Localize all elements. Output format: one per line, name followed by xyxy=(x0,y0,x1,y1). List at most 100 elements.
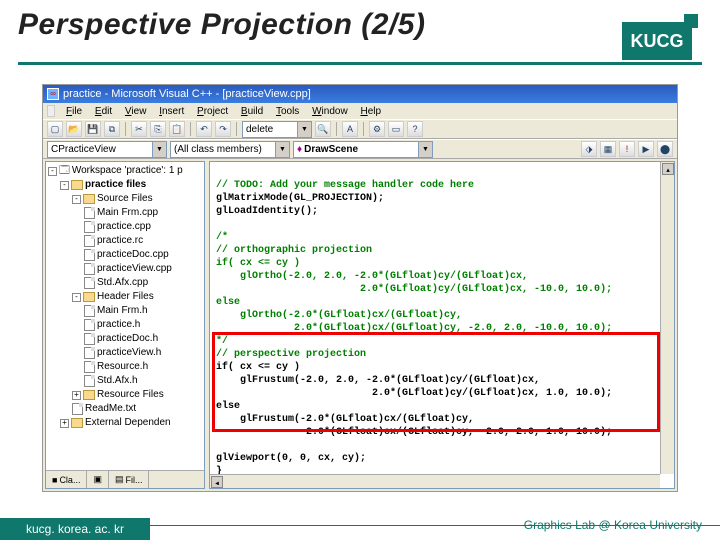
tree-file[interactable]: practiceView.cpp xyxy=(48,262,202,276)
code-line: else xyxy=(216,297,240,308)
tree-file[interactable]: practice.rc xyxy=(48,234,202,248)
tool-build2-icon[interactable]: ▦ xyxy=(600,141,616,157)
tool-saveall-icon[interactable]: ⧉ xyxy=(104,121,120,137)
tree-file[interactable]: Main Frm.h xyxy=(48,304,202,318)
tool-find-icon[interactable]: 🔍 xyxy=(315,121,331,137)
tool-new-icon[interactable]: ▢ xyxy=(47,121,63,137)
tree-file[interactable]: practiceDoc.cpp xyxy=(48,248,202,262)
tree-file[interactable]: practice.cpp xyxy=(48,220,202,234)
expand-icon[interactable]: + xyxy=(72,391,81,400)
expand-icon[interactable]: - xyxy=(60,181,69,190)
tree-file[interactable]: Std.Afx.h xyxy=(48,374,202,388)
menu-help[interactable]: Help xyxy=(360,106,381,117)
tab-fileview[interactable]: ▤Fil... xyxy=(109,471,150,488)
window-titlebar[interactable]: ∞ practice - Microsoft Visual C++ - [pra… xyxy=(43,85,677,103)
tree-body[interactable]: -🗔Workspace 'practice': 1 p -practice fi… xyxy=(46,162,204,470)
menubar[interactable]: File Edit View Insert Project Build Tool… xyxy=(43,103,677,119)
scrollbar-horizontal[interactable]: ◀ xyxy=(210,474,660,488)
code-editor[interactable]: // TODO: Add your message handler code h… xyxy=(209,161,675,489)
tool-compile-icon[interactable]: ⬗ xyxy=(581,141,597,157)
menu-view[interactable]: View xyxy=(125,106,147,117)
menu-file[interactable]: File xyxy=(66,106,82,117)
tool-undo-icon[interactable]: ↶ xyxy=(196,121,212,137)
tool-stop-icon[interactable]: ! xyxy=(619,141,635,157)
chevron-down-icon[interactable]: ▼ xyxy=(418,142,432,157)
tool-save-icon[interactable]: 💾 xyxy=(85,121,101,137)
expand-icon[interactable]: - xyxy=(48,167,57,176)
scroll-left-icon[interactable]: ◀ xyxy=(211,476,223,488)
chevron-down-icon[interactable]: ▼ xyxy=(275,142,289,157)
menu-insert[interactable]: Insert xyxy=(159,106,184,117)
tool-build-icon[interactable]: ⚙ xyxy=(369,121,385,137)
expand-icon[interactable]: - xyxy=(72,293,81,302)
folder-icon xyxy=(71,418,83,428)
tree-file[interactable]: ReadMe.txt xyxy=(48,402,202,416)
toolbar-sep xyxy=(190,122,191,136)
tool-copy-icon[interactable]: ⎘ xyxy=(150,121,166,137)
find-value: delete xyxy=(246,124,273,135)
tree-file[interactable]: practice.h xyxy=(48,318,202,332)
mdi-icon xyxy=(47,105,55,117)
tree-folder[interactable]: +External Dependen xyxy=(48,416,202,430)
menu-tools[interactable]: Tools xyxy=(276,106,299,117)
folder-icon xyxy=(83,292,95,302)
code-line: if( cx <= cy ) xyxy=(216,258,300,269)
member-combo[interactable]: ♦ DrawScene ▼ xyxy=(293,141,433,158)
tool-cut-icon[interactable]: ✂ xyxy=(131,121,147,137)
tree-folder[interactable]: +Resource Files xyxy=(48,388,202,402)
tool-win-icon[interactable]: ▭ xyxy=(388,121,404,137)
tool-open-icon[interactable]: 📂 xyxy=(66,121,82,137)
tree-folder[interactable]: -Source Files xyxy=(48,192,202,206)
footer-url: kucg. korea. ac. kr xyxy=(0,518,150,540)
code-line: glMatrixMode(GL_PROJECTION); xyxy=(216,193,384,204)
folder-icon xyxy=(83,390,95,400)
app-icon: ∞ xyxy=(47,88,59,100)
file-icon xyxy=(84,333,95,345)
expand-icon[interactable]: + xyxy=(60,419,69,428)
tree-project[interactable]: -practice files xyxy=(48,178,202,192)
tab-resourceview[interactable]: ▣ xyxy=(87,471,109,488)
tab-classview[interactable]: ■Cla... xyxy=(46,471,87,488)
tree-file[interactable]: Main Frm.cpp xyxy=(48,206,202,220)
chevron-down-icon[interactable]: ▼ xyxy=(152,142,166,157)
kucg-badge: KUCG xyxy=(622,22,692,60)
member-value: DrawScene xyxy=(304,144,358,155)
chevron-down-icon[interactable]: ▼ xyxy=(297,122,311,137)
class-combo[interactable]: CPracticeView ▼ xyxy=(47,141,167,158)
tree-file[interactable]: practiceDoc.h xyxy=(48,332,202,346)
slide-title: Perspective Projection (2/5) xyxy=(18,8,720,42)
file-icon xyxy=(84,375,95,387)
tree-folder[interactable]: -Header Files xyxy=(48,290,202,304)
tool-paste-icon[interactable]: 📋 xyxy=(169,121,185,137)
tool-go-icon[interactable]: ▶ xyxy=(638,141,654,157)
workspace-pane[interactable]: -🗔Workspace 'practice': 1 p -practice fi… xyxy=(45,161,205,489)
tree-file[interactable]: practiceView.h xyxy=(48,346,202,360)
file-icon xyxy=(84,221,95,233)
tool-break-icon[interactable]: ⬤ xyxy=(657,141,673,157)
scroll-up-icon[interactable]: ▲ xyxy=(662,163,674,175)
file-icon xyxy=(84,347,95,359)
toolbar-wizbar[interactable]: CPracticeView ▼ (All class members) ▼ ♦ … xyxy=(43,139,677,159)
toolbar-main[interactable]: ▢ 📂 💾 ⧉ ✂ ⎘ 📋 ↶ ↷ delete ▼ 🔍 A ⚙ ▭ ? xyxy=(43,119,677,139)
find-combo[interactable]: delete ▼ xyxy=(242,121,312,138)
menu-items[interactable]: File Edit View Insert Project Build Tool… xyxy=(61,106,386,117)
workspace-tabs[interactable]: ■Cla... ▣ ▤Fil... xyxy=(46,470,204,488)
tree-file[interactable]: Std.Afx.cpp xyxy=(48,276,202,290)
window-title-text: practice - Microsoft Visual C++ - [pract… xyxy=(63,88,311,100)
tool-help-icon[interactable]: ? xyxy=(407,121,423,137)
tool-redo-icon[interactable]: ↷ xyxy=(215,121,231,137)
file-icon xyxy=(84,361,95,373)
filter-combo[interactable]: (All class members) ▼ xyxy=(170,141,290,158)
func-icon: ♦ xyxy=(297,144,302,155)
file-icon xyxy=(84,319,95,331)
scrollbar-vertical[interactable]: ▲ xyxy=(660,162,674,474)
menu-window[interactable]: Window xyxy=(312,106,348,117)
tool-a-icon[interactable]: A xyxy=(342,121,358,137)
folder-icon xyxy=(83,194,95,204)
tree-root[interactable]: -🗔Workspace 'practice': 1 p xyxy=(48,164,202,178)
expand-icon[interactable]: - xyxy=(72,195,81,204)
menu-build[interactable]: Build xyxy=(241,106,263,117)
tree-file[interactable]: Resource.h xyxy=(48,360,202,374)
menu-edit[interactable]: Edit xyxy=(95,106,112,117)
menu-project[interactable]: Project xyxy=(197,106,228,117)
